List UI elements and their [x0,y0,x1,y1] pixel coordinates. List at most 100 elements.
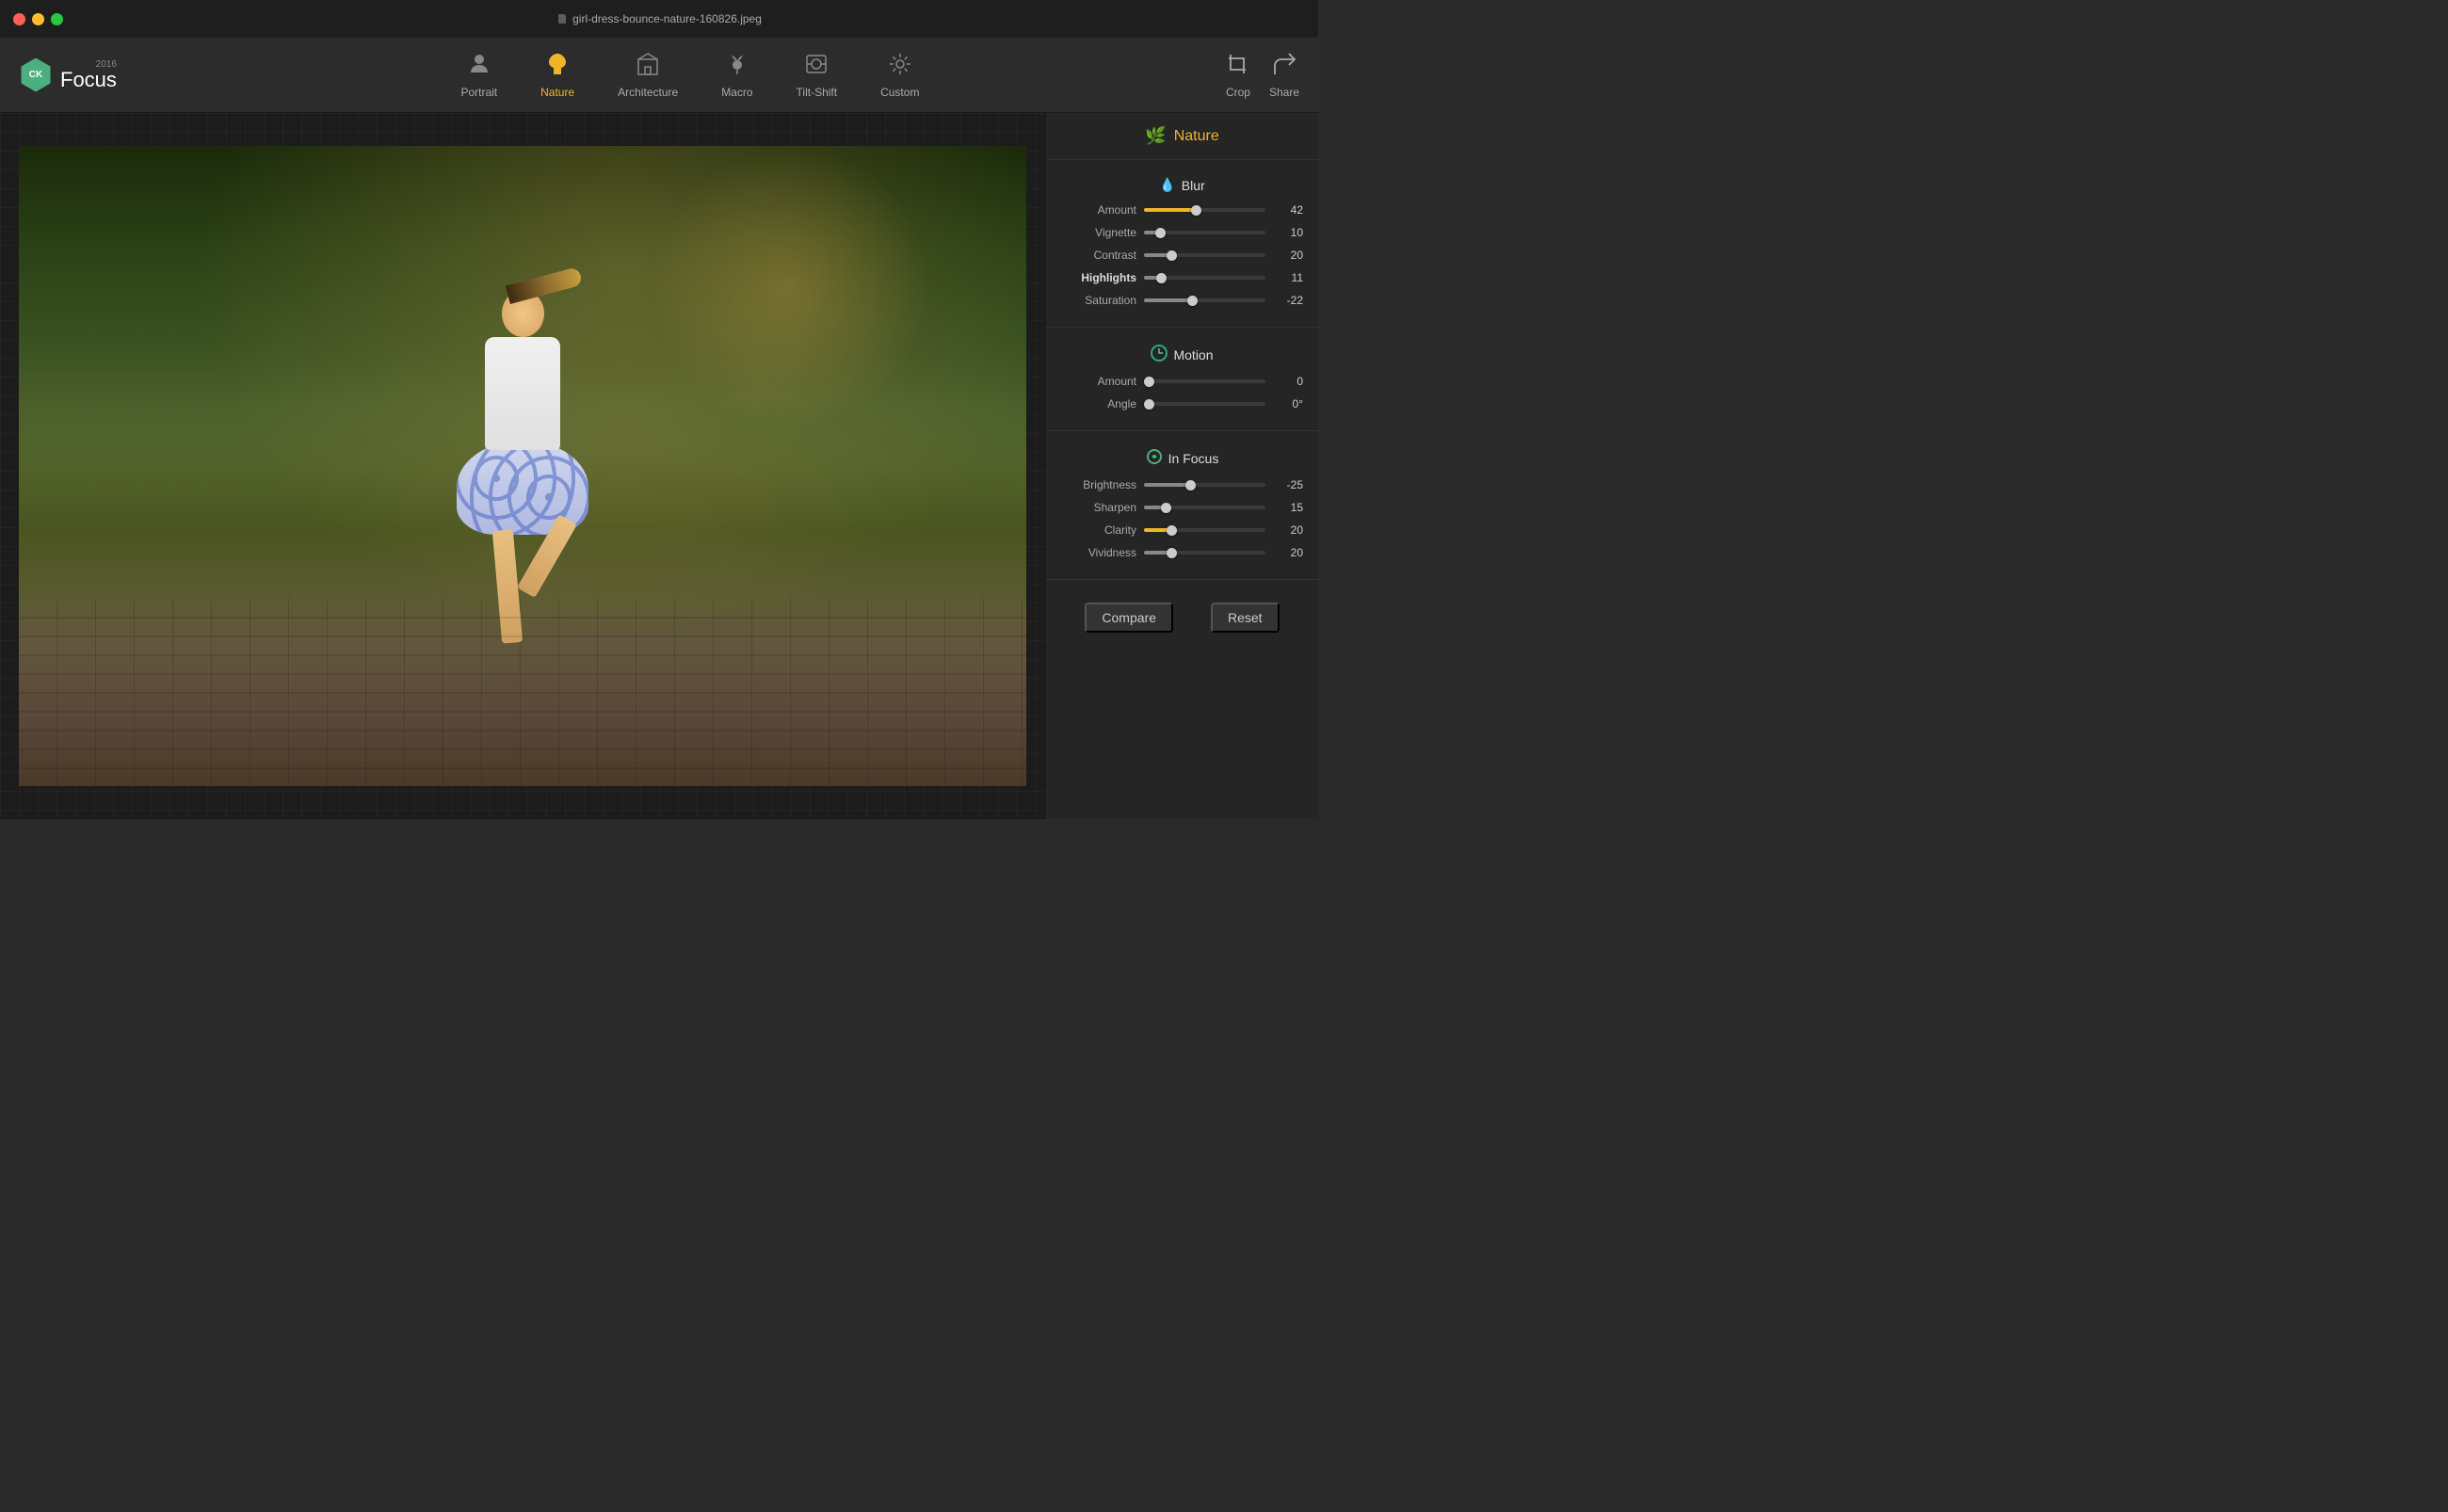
vividness-slider[interactable] [1144,551,1265,555]
tool-macro[interactable]: Macro [704,44,769,106]
share-button[interactable]: Share [1269,52,1299,99]
maximize-button[interactable] [51,13,63,25]
blur-icon: 💧 [1159,177,1175,193]
sharpen-slider[interactable] [1144,506,1265,509]
tiltshift-icon [804,52,829,82]
contrast-label: Contrast [1061,249,1136,262]
motion-amount-label: Amount [1061,375,1136,388]
tool-macro-label: Macro [721,86,752,99]
brightness-slider[interactable] [1144,483,1265,487]
tool-architecture[interactable]: Architecture [601,44,695,106]
motion-header: Motion [1046,337,1318,370]
reset-button[interactable]: Reset [1211,603,1280,633]
minimize-button[interactable] [32,13,44,25]
clarity-value: 20 [1273,523,1303,537]
tool-nature-label: Nature [540,86,574,99]
macro-icon [725,52,749,82]
blur-subsection: 💧 Blur Amount 42 Vignette 10 Contrast 20 [1046,164,1318,323]
architecture-icon [636,52,660,82]
photo-frame [19,146,1026,786]
logo-icon: CK [19,58,53,92]
nav-tools: Portrait Nature Architecture [154,44,1226,106]
infocus-icon [1146,448,1163,468]
contrast-row: Contrast 20 [1046,244,1318,266]
brightness-value: -25 [1273,478,1303,491]
highlights-value: 11 [1273,271,1303,284]
clarity-row: Clarity 20 [1046,519,1318,541]
nature-section-icon: 🌿 [1145,126,1166,146]
highlights-slider[interactable] [1144,276,1265,280]
vividness-row: Vividness 20 [1046,541,1318,564]
motion-title: Motion [1173,347,1213,362]
sharpen-label: Sharpen [1061,501,1136,514]
brightness-row: Brightness -25 [1046,474,1318,496]
share-icon [1272,52,1296,82]
portrait-icon [467,52,491,82]
tool-tiltshift-label: Tilt-Shift [797,86,838,99]
saturation-value: -22 [1273,294,1303,307]
blur-header: 💧 Blur [1046,169,1318,199]
vividness-label: Vividness [1061,546,1136,559]
tool-custom[interactable]: Custom [863,44,936,106]
highlights-label: Highlights [1061,271,1136,284]
vividness-value: 20 [1273,546,1303,559]
blur-amount-label: Amount [1061,203,1136,217]
logo-text: 2016 Focus [60,59,117,90]
blur-amount-slider[interactable] [1144,208,1265,212]
close-button[interactable] [13,13,25,25]
brightness-label: Brightness [1061,478,1136,491]
motion-amount-row: Amount 0 [1046,370,1318,393]
toolbar: CK 2016 Focus Portrait [0,38,1318,113]
sidebar-section-header: 🌿 Nature [1046,113,1318,155]
crop-icon [1226,52,1250,82]
window-controls[interactable] [0,13,63,25]
vignette-slider[interactable] [1144,231,1265,234]
contrast-value: 20 [1273,249,1303,262]
sharpen-value: 15 [1273,501,1303,514]
saturation-label: Saturation [1061,294,1136,307]
motion-amount-value: 0 [1273,375,1303,388]
sidebar: 🌿 Nature 💧 Blur Amount 42 Vignette 10 [1045,113,1318,819]
tool-portrait-label: Portrait [460,86,497,99]
sidebar-section-title: Nature [1174,128,1219,145]
infocus-subsection: In Focus Brightness -25 Sharpen 15 Clari… [1046,435,1318,575]
angle-value: 0° [1273,397,1303,410]
vignette-value: 10 [1273,226,1303,239]
infocus-title: In Focus [1168,451,1219,466]
main-content: 🌿 Nature 💧 Blur Amount 42 Vignette 10 [0,113,1318,819]
angle-row: Angle 0° [1046,393,1318,415]
tool-portrait[interactable]: Portrait [443,44,514,106]
share-label: Share [1269,86,1299,99]
motion-amount-slider[interactable] [1144,379,1265,383]
angle-slider[interactable] [1144,402,1265,406]
clarity-slider[interactable] [1144,528,1265,532]
saturation-row: Saturation -22 [1046,289,1318,312]
highlights-row: Highlights 11 [1046,266,1318,289]
bottom-buttons: Compare Reset [1046,584,1318,642]
infocus-header: In Focus [1046,441,1318,474]
clarity-label: Clarity [1061,523,1136,537]
custom-icon [888,52,912,82]
logo-area: CK 2016 Focus [19,58,117,92]
tool-nature[interactable]: Nature [523,44,591,106]
blur-amount-row: Amount 42 [1046,199,1318,221]
nature-icon [545,52,570,82]
motion-subsection: Motion Amount 0 Angle 0° [1046,331,1318,426]
vignette-label: Vignette [1061,226,1136,239]
crop-button[interactable]: Crop [1226,52,1250,99]
sharpen-row: Sharpen 15 [1046,496,1318,519]
contrast-slider[interactable] [1144,253,1265,257]
tool-architecture-label: Architecture [618,86,678,99]
tool-tiltshift[interactable]: Tilt-Shift [780,44,855,106]
toolbar-right: Crop Share [1226,52,1299,99]
vignette-row: Vignette 10 [1046,221,1318,244]
crop-label: Crop [1226,86,1250,99]
compare-button[interactable]: Compare [1085,603,1173,633]
motion-icon [1151,345,1168,364]
titlebar: girl-dress-bounce-nature-160826.jpeg [0,0,1318,38]
tool-custom-label: Custom [880,86,919,99]
saturation-slider[interactable] [1144,298,1265,302]
angle-label: Angle [1061,397,1136,410]
title-filename: girl-dress-bounce-nature-160826.jpeg [556,12,762,25]
image-area [0,113,1045,819]
